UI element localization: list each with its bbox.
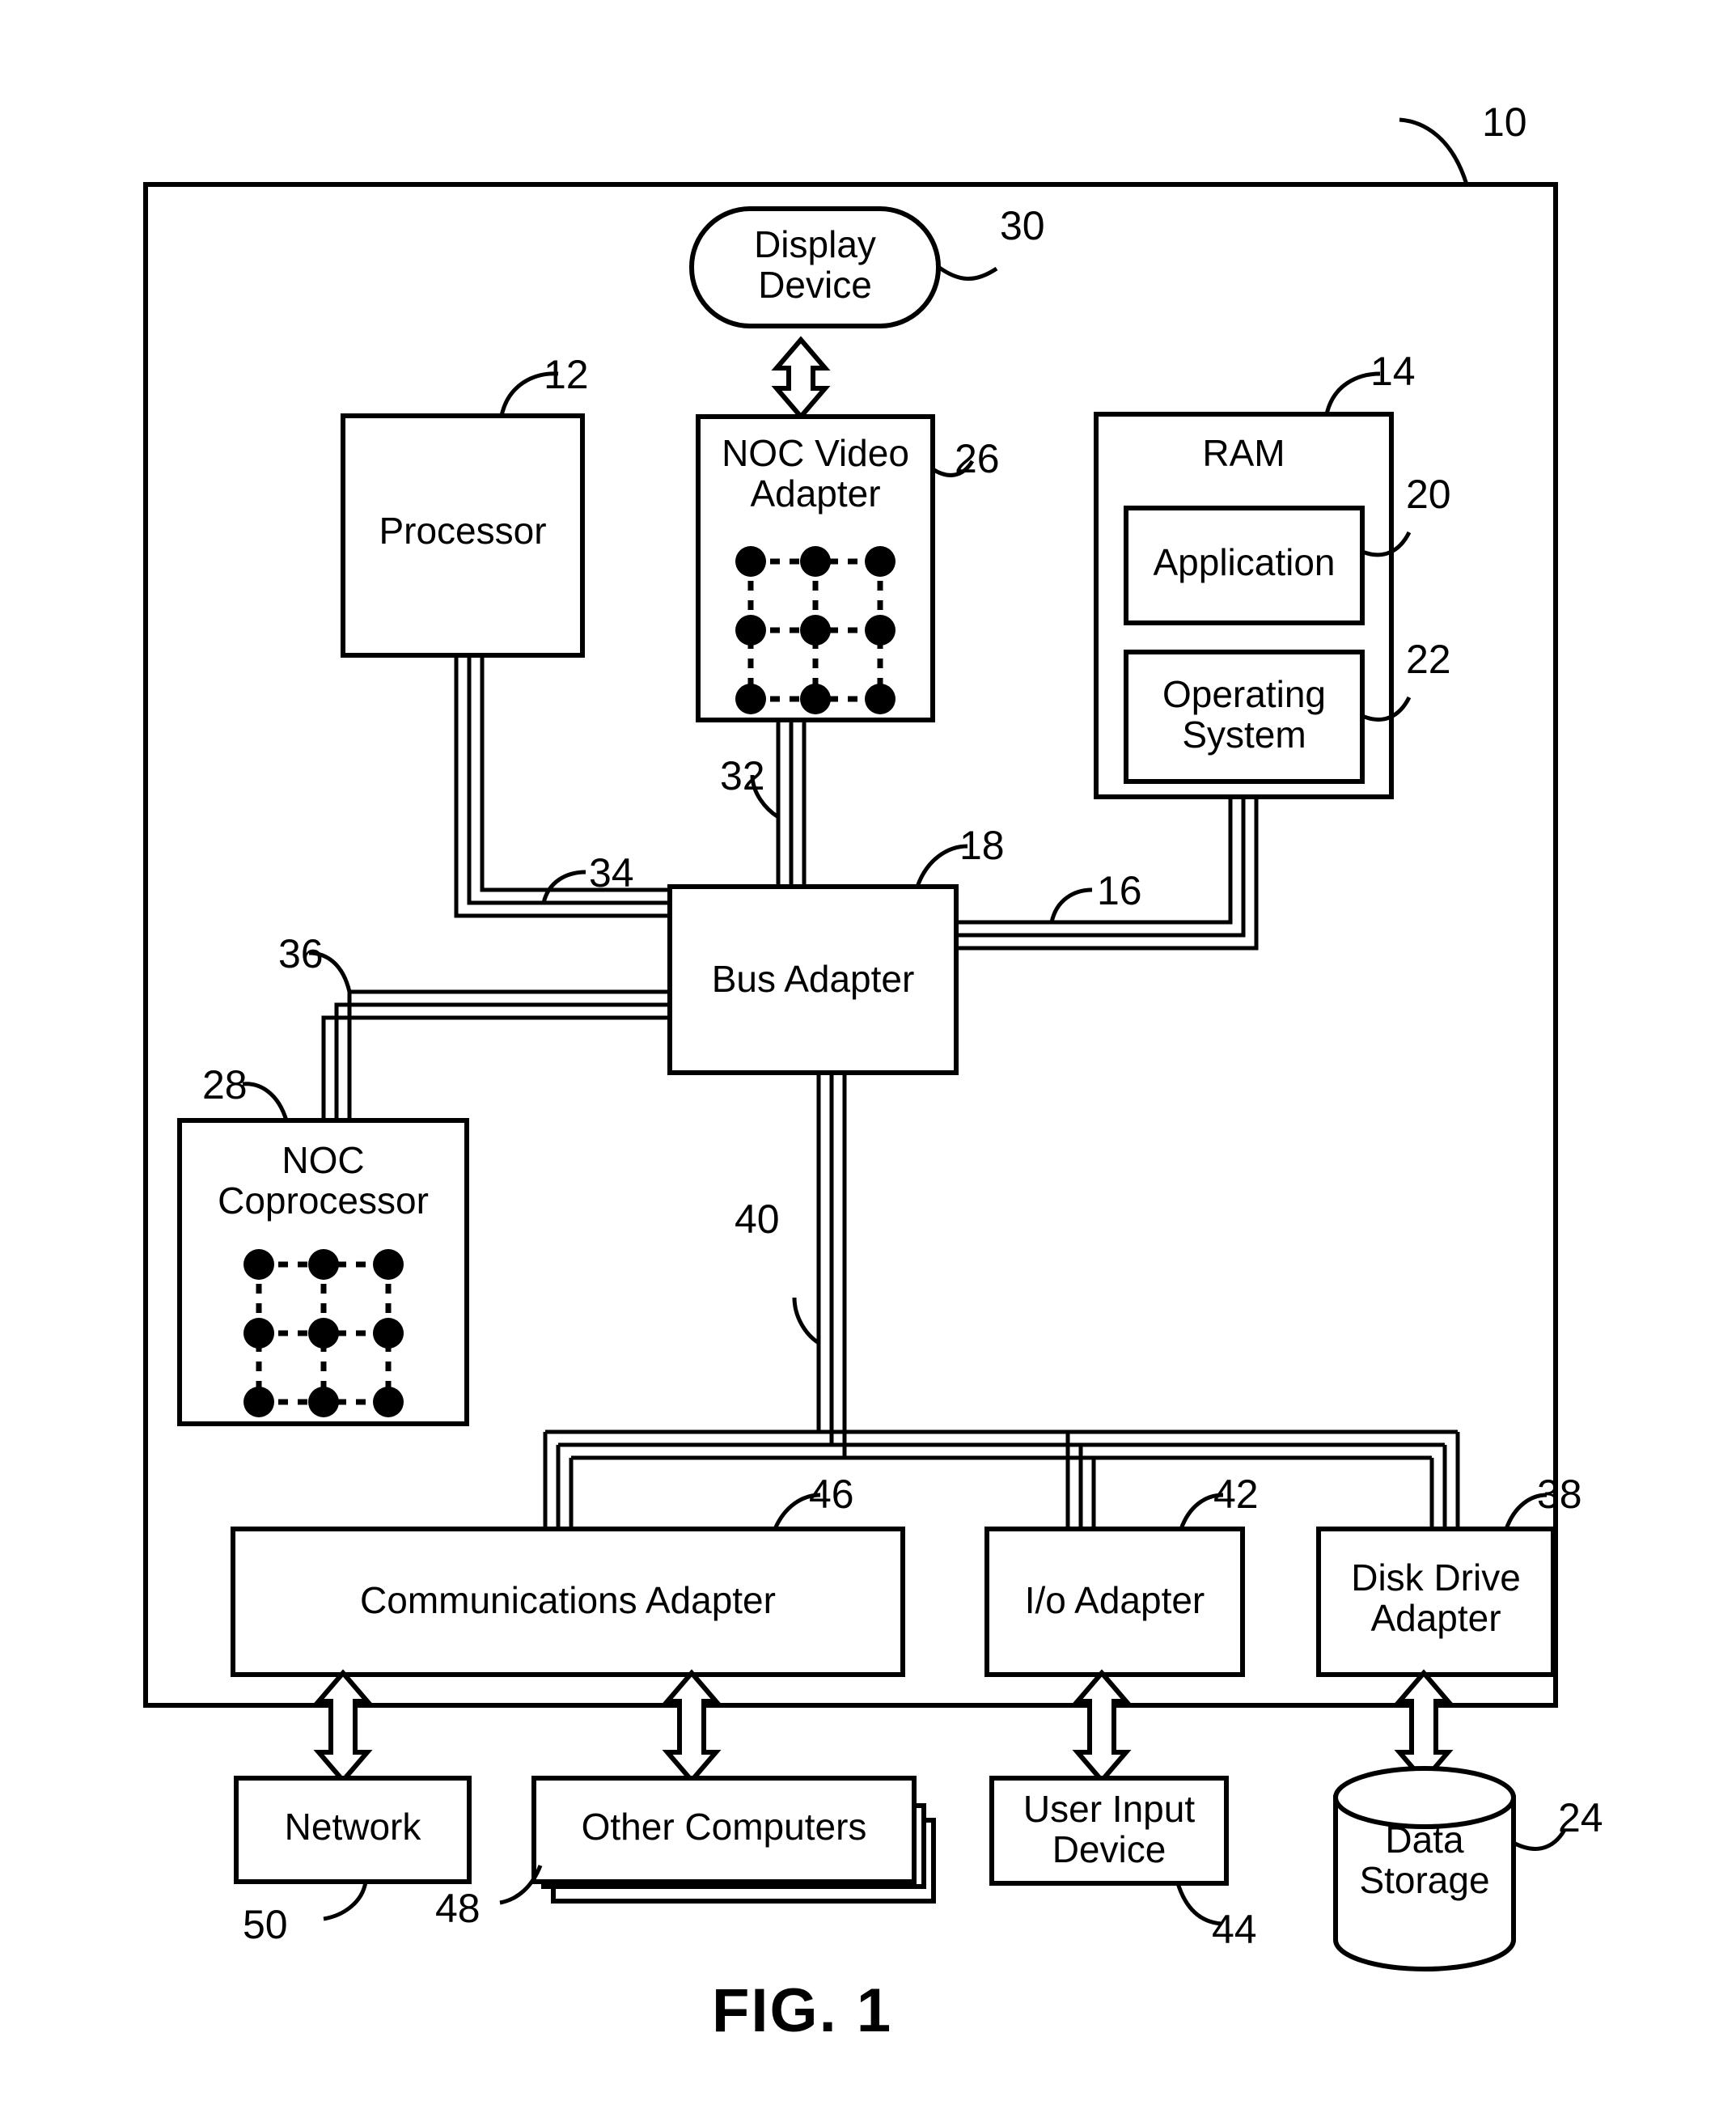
- ref-numeral-44: 44: [1212, 1907, 1257, 1952]
- ref-numeral-16: 16: [1097, 868, 1142, 913]
- arrow-comms-to-other-computers: [662, 1669, 722, 1785]
- io-adapter-box: [984, 1527, 1245, 1677]
- ref-numeral-30: 30: [1000, 203, 1045, 248]
- operating-system-box: [1124, 650, 1365, 784]
- ref-numeral-10: 10: [1482, 100, 1527, 145]
- noc-coprocessor-mesh-icon: [243, 1249, 404, 1417]
- ref-numeral-26: 26: [955, 436, 1000, 481]
- leader-line-34: [541, 870, 586, 904]
- leader-line-28: [242, 1082, 289, 1121]
- patent-figure-1: Display Device Processor NOC Video Adapt…: [0, 0, 1736, 2109]
- leader-line-16: [1049, 887, 1093, 923]
- figure-caption: FIG. 1: [712, 1976, 893, 2045]
- ref-numeral-36: 36: [278, 931, 324, 976]
- display-device-shape: [689, 206, 941, 328]
- arrow-display-to-video: [771, 336, 831, 421]
- leader-line-40: [792, 1297, 820, 1345]
- leader-line-50: [323, 1881, 368, 1921]
- leader-line-30: [937, 265, 998, 281]
- bus-adapter-box: [667, 884, 959, 1075]
- ref-numeral-42: 42: [1213, 1472, 1259, 1517]
- data-storage-cylinder: [1333, 1766, 1516, 1971]
- ref-numeral-20: 20: [1406, 472, 1451, 517]
- diagram-canvas: [143, 117, 1567, 1971]
- expansion-bus-rails: [543, 1429, 1460, 1529]
- network-box: [234, 1776, 472, 1884]
- ref-numeral-38: 38: [1537, 1472, 1582, 1517]
- processor-box: [341, 413, 585, 658]
- arrow-io-to-user-input: [1072, 1669, 1132, 1785]
- bus-line-32: [776, 720, 807, 890]
- user-input-device-box: [989, 1776, 1229, 1886]
- leader-line-10: [1399, 117, 1469, 185]
- ref-numeral-28: 28: [202, 1062, 248, 1107]
- arrow-disk-to-data-storage: [1394, 1669, 1454, 1785]
- disk-drive-adapter-box: [1316, 1527, 1556, 1677]
- ref-numeral-48: 48: [435, 1886, 481, 1931]
- ref-numeral-40: 40: [735, 1196, 780, 1242]
- ref-numeral-32: 32: [720, 753, 765, 798]
- other-computers-box: [531, 1776, 917, 1884]
- leader-line-24: [1512, 1828, 1567, 1851]
- ref-numeral-46: 46: [809, 1472, 854, 1517]
- ref-numeral-34: 34: [589, 850, 634, 896]
- ref-numeral-24: 24: [1558, 1795, 1603, 1840]
- ref-numeral-22: 22: [1406, 637, 1451, 682]
- noc-video-mesh-icon: [735, 546, 896, 714]
- ref-numeral-50: 50: [243, 1902, 288, 1947]
- ref-numeral-14: 14: [1370, 349, 1416, 394]
- bus-line-40: [816, 1073, 847, 1458]
- ref-numeral-12: 12: [544, 352, 589, 397]
- communications-adapter-box: [231, 1527, 905, 1677]
- ref-numeral-18: 18: [959, 823, 1005, 868]
- application-box: [1124, 506, 1365, 625]
- arrow-comms-to-network: [313, 1669, 373, 1785]
